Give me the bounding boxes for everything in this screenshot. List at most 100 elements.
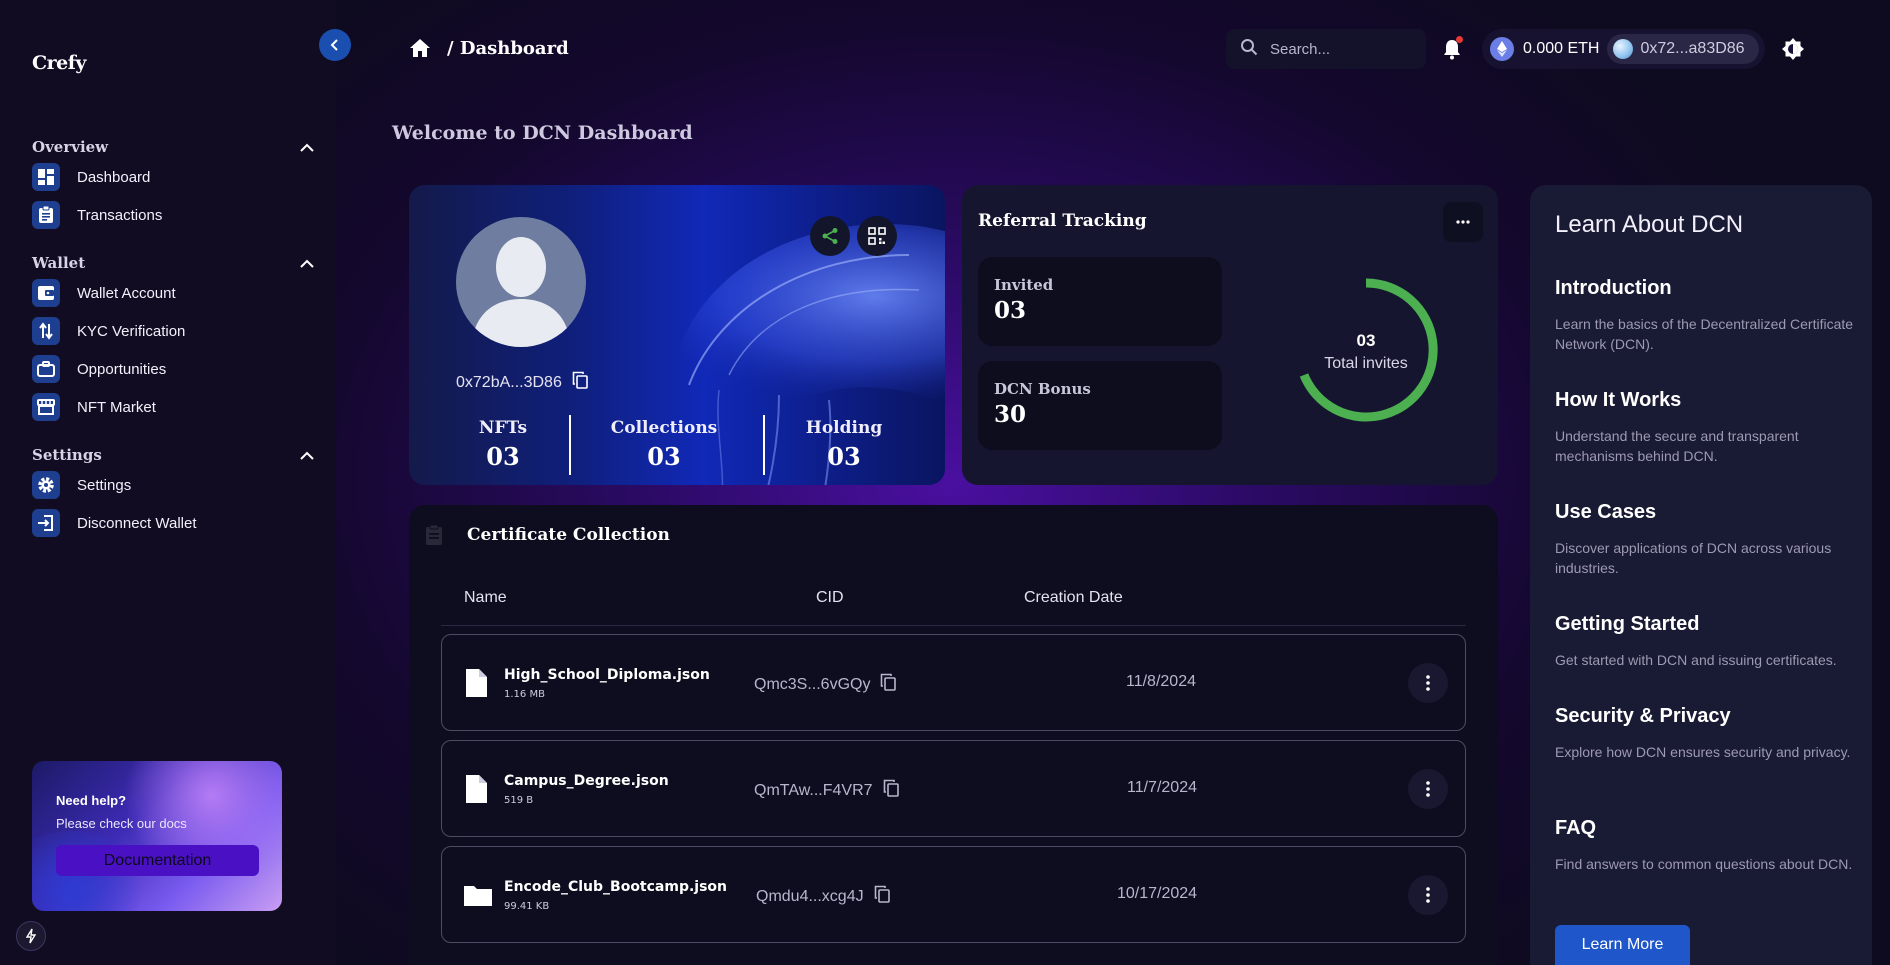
sidebar-item-label: KYC Verification (77, 322, 186, 340)
home-icon[interactable] (409, 38, 431, 63)
topic-heading: Use Cases (1555, 501, 1657, 523)
learn-topic-getting-started[interactable]: Getting Started Get started with DCN and… (1555, 613, 1855, 670)
more-options-button[interactable] (1443, 202, 1483, 242)
nav-section-header[interactable]: Settings (32, 444, 316, 466)
share-button[interactable] (810, 216, 850, 256)
brand-logo[interactable]: Crefy (32, 52, 86, 74)
chevron-up-icon[interactable] (298, 254, 316, 272)
sidebar-item-dashboard[interactable]: Dashboard (32, 158, 316, 196)
file-name: Encode_Club_Bootcamp.json (504, 879, 728, 895)
file-name: Campus_Degree.json (504, 773, 669, 789)
notification-dot (1456, 36, 1463, 43)
invited-box: Invited 03 (978, 257, 1222, 346)
certificate-collection: Certificate Collection Name CID Creation… (409, 505, 1498, 965)
row-menu-button[interactable] (1408, 663, 1448, 703)
file-size: 519 B (504, 795, 534, 806)
table-row[interactable]: High_School_Diploma.json 1.16 MB Qmc3S..… (441, 634, 1466, 731)
learn-topic-how-it-works[interactable]: How It Works Understand the secure and t… (1555, 389, 1855, 466)
column-header-cid[interactable]: CID (816, 589, 844, 607)
sidebar-item-label: Disconnect Wallet (77, 514, 197, 532)
table-divider (441, 625, 1466, 626)
sidebar-item-kyc-verification[interactable]: KYC Verification (32, 312, 316, 350)
learn-topic-faq[interactable]: FAQ Find answers to common questions abo… (1555, 817, 1855, 874)
stat-divider (569, 415, 571, 475)
nav-section-header[interactable]: Overview (32, 136, 316, 158)
topic-description: Learn the basics of the Decentralized Ce… (1555, 316, 1854, 352)
table-row[interactable]: Encode_Club_Bootcamp.json 99.41 KB Qmdu4… (441, 846, 1466, 943)
swap-vertical-icon (32, 317, 60, 345)
ethereum-icon (1490, 37, 1514, 61)
qr-code-button[interactable] (857, 216, 897, 256)
documentation-button[interactable]: Documentation (56, 845, 259, 876)
copy-icon[interactable] (572, 371, 588, 394)
copy-icon[interactable] (883, 779, 899, 802)
topic-heading: Getting Started (1555, 613, 1700, 635)
cid-text: Qmc3S...6vGQy (754, 675, 871, 693)
wallet-address-badge[interactable]: 0x72...a83D86 (1607, 34, 1759, 64)
invited-label: Invited (994, 276, 1054, 294)
row-menu-button[interactable] (1408, 875, 1448, 915)
briefcase-icon (32, 355, 60, 383)
learn-more-button[interactable]: Learn More (1555, 925, 1690, 965)
bolt-icon[interactable] (16, 921, 46, 951)
stat-holding: Holding 03 (794, 418, 894, 471)
bell-icon[interactable] (1443, 36, 1463, 65)
learn-title: Learn About DCN (1555, 211, 1744, 238)
stat-value: 03 (647, 442, 681, 471)
theme-toggle-icon[interactable] (1781, 37, 1805, 66)
sidebar-item-disconnect-wallet[interactable]: Disconnect Wallet (32, 504, 316, 542)
nav-section-header[interactable]: Wallet (32, 252, 316, 274)
nav-section-label: Settings (32, 446, 102, 464)
table-row[interactable]: Campus_Degree.json 519 B QmTAw...F4VR7 1… (441, 740, 1466, 837)
topic-description: Get started with DCN and issuing certifi… (1555, 652, 1837, 668)
sidebar-item-label: Opportunities (77, 360, 167, 378)
copy-icon[interactable] (874, 885, 890, 908)
search-input[interactable] (1270, 40, 1410, 58)
breadcrumb: / Dashboard (447, 38, 569, 59)
file-icon (464, 668, 488, 703)
file-name: High_School_Diploma.json (504, 667, 710, 683)
sidebar-item-label: Transactions (77, 206, 163, 224)
learn-topic-security-privacy[interactable]: Security & Privacy Explore how DCN ensur… (1555, 705, 1855, 762)
folder-icon (463, 883, 493, 912)
topic-description: Find answers to common questions about D… (1555, 856, 1853, 872)
file-size: 99.41 KB (504, 901, 550, 912)
column-header-name[interactable]: Name (464, 589, 507, 607)
search-icon (1240, 38, 1258, 61)
sidebar-item-nft-market[interactable]: NFT Market (32, 388, 316, 426)
stat-nfts: NFTs 03 (471, 418, 535, 471)
learn-topic-use-cases[interactable]: Use Cases Discover applications of DCN a… (1555, 501, 1855, 578)
sidebar-item-settings[interactable]: Settings (32, 466, 316, 504)
nav-section-label: Overview (32, 138, 109, 156)
cid-text: QmTAw...F4VR7 (754, 781, 873, 799)
chevron-up-icon[interactable] (298, 446, 316, 464)
learn-topic-introduction[interactable]: Introduction Learn the basics of the Dec… (1555, 277, 1855, 354)
copy-icon[interactable] (880, 673, 897, 696)
topic-heading: How It Works (1555, 389, 1682, 411)
stat-label: Holding (805, 418, 883, 438)
wallet-address-text: 0x72...a83D86 (1640, 40, 1745, 57)
gear-icon (32, 471, 60, 499)
topic-description: Explore how DCN ensures security and pri… (1555, 744, 1851, 760)
search-box[interactable] (1226, 29, 1426, 69)
row-menu-button[interactable] (1408, 769, 1448, 809)
dashboard-icon (32, 163, 60, 191)
wallet-pill[interactable]: 0.000 ETH 0x72...a83D86 (1482, 29, 1765, 69)
sidebar-item-label: Dashboard (77, 168, 151, 186)
sidebar-item-transactions[interactable]: Transactions (32, 196, 316, 234)
certificate-collection-title: Certificate Collection (467, 525, 670, 545)
stat-label: NFTs (478, 418, 528, 438)
collapse-sidebar-button[interactable] (319, 29, 351, 61)
invites-summary: 03 Total invites (1293, 331, 1439, 373)
column-header-creation-date[interactable]: Creation Date (1024, 589, 1123, 607)
page-title: Welcome to DCN Dashboard (392, 122, 693, 144)
sidebar-item-label: Wallet Account (77, 284, 176, 302)
chevron-up-icon[interactable] (298, 138, 316, 156)
dcn-bonus-label: DCN Bonus (994, 380, 1091, 398)
cid-cell: Qmc3S...6vGQy (754, 673, 897, 696)
total-invites-label: Total invites (1324, 355, 1408, 372)
sidebar-item-opportunities[interactable]: Opportunities (32, 350, 316, 388)
profile-card: 0x72bA...3D86 NFTs 03 Collections 03 Hol… (409, 185, 945, 485)
sidebar-item-wallet-account[interactable]: Wallet Account (32, 274, 316, 312)
topic-description: Discover applications of DCN across vari… (1555, 540, 1832, 576)
